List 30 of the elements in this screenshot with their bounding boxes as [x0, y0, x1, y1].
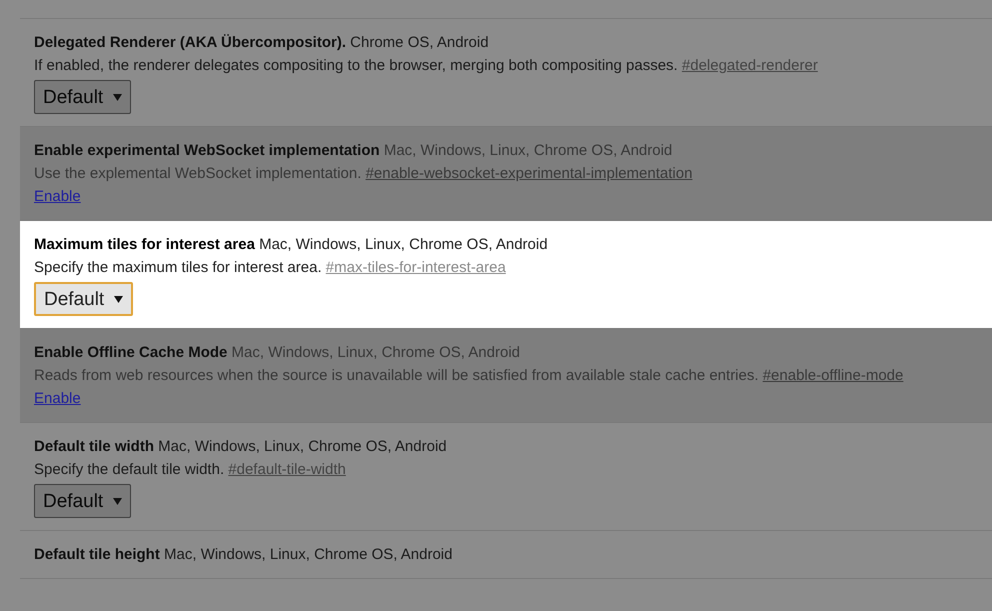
flag-title: Default tile width [34, 438, 154, 455]
caret-icon [114, 296, 124, 302]
flag-title: Enable Offline Cache Mode [34, 344, 228, 361]
flag-description: Reads from web resources when the source is unavailable will be satisfied from available stale cache entries. [34, 367, 759, 384]
flag-title: Default tile height [34, 546, 160, 563]
flag-anchor-link[interactable]: #delegated-renderer [682, 57, 818, 74]
flag-title: Delegated Renderer (AKA Übercompositor). [34, 34, 346, 51]
flag-platforms: Chrome OS, Android [350, 34, 489, 51]
flag-platforms: Mac, Windows, Linux, Chrome OS, Android [164, 546, 452, 563]
caret-icon [113, 94, 122, 100]
flag-title: Maximum tiles for interest area [34, 236, 255, 253]
default-select[interactable]: Default [34, 282, 134, 316]
flag-description: If enabled, the renderer delegates compositing to the browser, merging both compositing passes. [34, 57, 678, 74]
flag-platforms: Mac, Windows, Linux, Chrome OS, Android [384, 142, 672, 159]
default-select[interactable]: Default [34, 80, 132, 114]
flag-anchor-link[interactable]: #max-tiles-for-interest-area [326, 259, 506, 276]
flag-anchor-link[interactable]: #enable-offline-mode [762, 367, 904, 384]
caret-icon [113, 498, 122, 504]
flag-platforms: Mac, Windows, Linux, Chrome OS, Android [158, 438, 447, 455]
flag-anchor-link[interactable]: #default-tile-width [228, 461, 346, 478]
flag-anchor-link[interactable]: #enable-websocket-experimental-implementation [366, 165, 692, 182]
default-select[interactable]: Default [34, 484, 132, 518]
flag-description: Use the explemental WebSocket implementation. [34, 165, 362, 182]
enable-link[interactable]: Enable [34, 188, 81, 205]
enable-link[interactable]: Enable [34, 390, 81, 407]
flag-platforms: Mac, Windows, Linux, Chrome OS, Android [232, 344, 520, 361]
flag-description: Specify the default tile width. [34, 461, 224, 478]
flag-description: Specify the maximum tiles for interest area. [34, 259, 322, 276]
flag-platforms: Mac, Windows, Linux, Chrome OS, Android [259, 236, 548, 253]
flag-title: Enable experimental WebSocket implementation [34, 142, 380, 159]
